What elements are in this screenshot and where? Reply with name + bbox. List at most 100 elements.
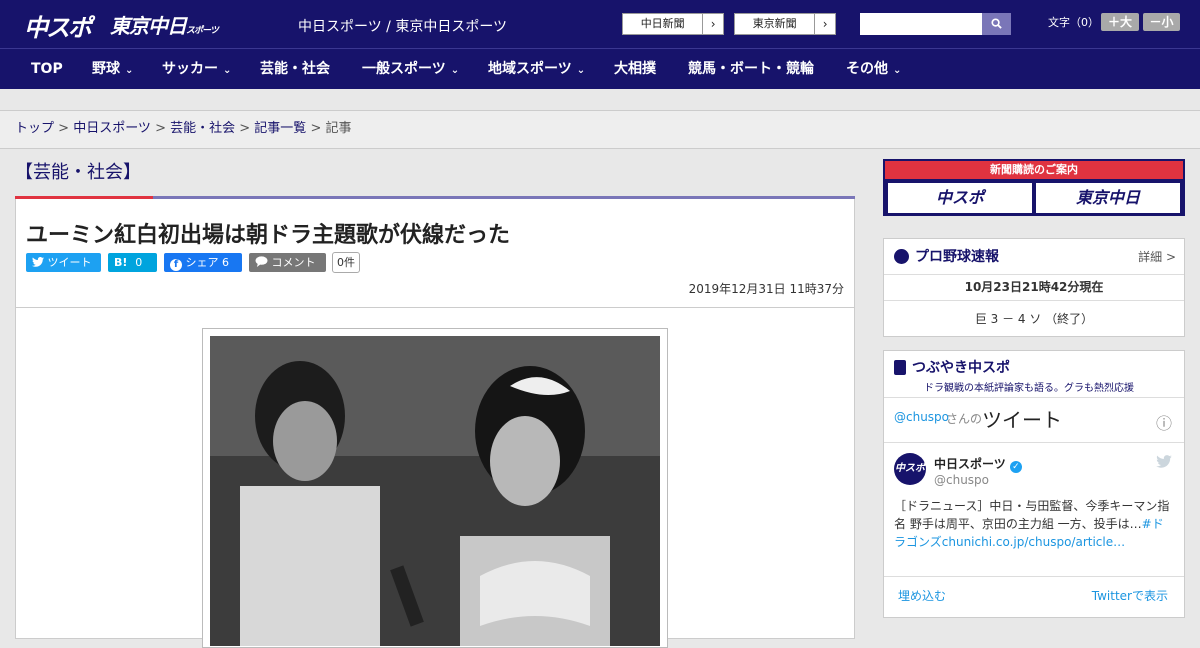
paper-label: 東京新聞 bbox=[735, 14, 816, 34]
megaphone-icon bbox=[894, 360, 906, 375]
hatena-icon: B! bbox=[114, 256, 128, 269]
breadcrumb-separator: > bbox=[54, 121, 74, 136]
breadcrumb-separator: > bbox=[235, 121, 255, 136]
nav-item-label: 地域スポーツ bbox=[488, 61, 572, 77]
search-box bbox=[860, 13, 1011, 35]
twitter-widget: つぶやき中スポ ドラ観戦の本紙評論家も語る。グラも熱烈応援 @chuspo さん… bbox=[883, 350, 1185, 618]
breadcrumb-link-list[interactable]: 記事一覧 bbox=[254, 121, 306, 136]
nav-item-baseball[interactable]: 野球 ⌄ bbox=[92, 49, 133, 90]
nav-item-entertainment[interactable]: 芸能・社会 bbox=[260, 49, 330, 90]
tweets-header: @chuspo さんの ツイート ⓘ bbox=[884, 397, 1184, 443]
chevron-down-icon: ⌄ bbox=[576, 65, 586, 76]
nav-item-soccer[interactable]: サッカー ⌄ bbox=[162, 49, 231, 90]
search-icon bbox=[991, 18, 1002, 29]
breadcrumb-separator: > bbox=[150, 121, 171, 136]
hatena-bookmark-button[interactable]: B! 0 bbox=[108, 253, 157, 272]
nav-item-label: 芸能・社会 bbox=[260, 61, 330, 77]
subscription-title: 新聞購読のご案内 bbox=[885, 161, 1183, 179]
tokyo-chunichi-logo-text: 東京中日 bbox=[110, 14, 187, 38]
embed-link[interactable]: 埋め込む bbox=[898, 587, 946, 604]
baseball-score-heading: プロ野球速報 詳細 > bbox=[884, 239, 1184, 275]
tweet-share-label: ツイート bbox=[47, 256, 92, 269]
widget-footer-divider bbox=[884, 576, 1184, 577]
tokyo-chunichi-logo[interactable]: 東京中日スポーツ bbox=[110, 10, 219, 39]
chuspo-logo[interactable]: 中スポ bbox=[24, 8, 92, 43]
twitter-bird-icon[interactable] bbox=[1156, 455, 1172, 468]
article-date: 2019年12月31日 11時37分 bbox=[688, 282, 844, 296]
comment-count: 0件 bbox=[332, 252, 360, 273]
main-nav: TOP 野球 ⌄ サッカー ⌄ 芸能・社会 一般スポーツ ⌄ 地域スポーツ ⌄ 大相撲 … bbox=[0, 48, 1200, 89]
baseball-icon bbox=[894, 249, 909, 264]
subscribe-chuspo-button[interactable]: 中スポ bbox=[888, 183, 1032, 213]
breadcrumb-separator: > bbox=[306, 121, 326, 136]
nav-item-label: サッカー bbox=[162, 61, 218, 77]
score-line[interactable]: 巨 3 － 4 ソ （終了） bbox=[884, 301, 1184, 337]
tsubuyaki-title: つぶやき中スポ bbox=[912, 360, 1010, 376]
article-title: ユーミン紅白初出場は朝ドラ主題歌が伏線だった bbox=[26, 223, 511, 248]
search-input[interactable] bbox=[860, 13, 982, 35]
chunichi-shimbun-link[interactable]: 中日新聞 › bbox=[622, 13, 724, 35]
tokyo-shimbun-link[interactable]: 東京新聞 › bbox=[734, 13, 836, 35]
nav-item-label: その他 bbox=[846, 61, 888, 77]
baseball-score-title: プロ野球速報 bbox=[915, 249, 999, 265]
chevron-down-icon: ⌄ bbox=[450, 65, 460, 76]
font-increase-button[interactable]: ＋大 bbox=[1101, 13, 1139, 31]
facebook-count: 6 bbox=[222, 256, 229, 269]
tsubuyaki-title-row: つぶやき中スポ bbox=[894, 357, 1174, 377]
tweets-header-handle[interactable]: @chuspo bbox=[894, 410, 949, 424]
score-details-link[interactable]: 詳細 > bbox=[1138, 239, 1176, 275]
category-heading: 【芸能・社会】 bbox=[15, 162, 141, 183]
comment-button[interactable]: コメント bbox=[249, 253, 326, 272]
breadcrumb-link-top[interactable]: トップ bbox=[15, 121, 54, 136]
view-on-twitter-link[interactable]: Twitterで表示 bbox=[1092, 587, 1168, 604]
chevron-right-icon: › bbox=[822, 17, 828, 31]
avatar[interactable]: 中スポ bbox=[894, 453, 926, 485]
verified-icon: ✓ bbox=[1009, 461, 1022, 473]
nav-item-general-sports[interactable]: 一般スポーツ ⌄ bbox=[362, 49, 459, 90]
facebook-share-button[interactable]: f シェア 6 bbox=[164, 253, 242, 272]
tweets-header-label: ツイート bbox=[982, 408, 1062, 432]
comment-icon bbox=[255, 256, 268, 267]
breadcrumb-link-chuspo[interactable]: 中日スポーツ bbox=[73, 121, 151, 136]
tweet-author-handle[interactable]: @chuspo bbox=[934, 473, 989, 487]
divider bbox=[16, 307, 854, 308]
site-tagline: 中日スポーツ / 東京中日スポーツ bbox=[298, 19, 508, 35]
nav-item-label: 競馬・ボート・競輪 bbox=[688, 61, 814, 77]
subscription-banner[interactable]: 新聞購読のご案内 中スポ 東京中日 bbox=[883, 159, 1185, 216]
tweet-author-name-text: 中日スポーツ bbox=[934, 457, 1006, 471]
article-photo[interactable] bbox=[202, 328, 668, 648]
site-header: 中スポ 東京中日スポーツ 中日スポーツ / 東京中日スポーツ 中日新聞 › 東京… bbox=[0, 0, 1200, 48]
chevron-down-icon: ⌄ bbox=[893, 65, 902, 76]
tweet-share-button[interactable]: ツイート bbox=[26, 253, 101, 272]
nav-item-regional-sports[interactable]: 地域スポーツ ⌄ bbox=[488, 49, 585, 90]
tweet-author-name[interactable]: 中日スポーツ ✓ bbox=[934, 455, 1022, 473]
comment-label: コメント bbox=[271, 256, 316, 269]
info-icon[interactable]: ⓘ bbox=[1156, 410, 1172, 434]
nav-item-other[interactable]: その他 ⌄ bbox=[846, 49, 901, 90]
tokyo-chunichi-logo-small: スポーツ bbox=[186, 26, 219, 36]
chevron-down-icon: ⌄ bbox=[223, 65, 232, 76]
font-size-label: 文字（0） bbox=[1048, 16, 1099, 29]
nav-item-racing[interactable]: 競馬・ボート・競輪 bbox=[688, 49, 814, 90]
tweets-header-mid: さんの bbox=[946, 412, 983, 426]
tweet-body: ［ドラニュース］中日・与田監督、今季キーマン指名 野手は周平、京田の主力組 一方… bbox=[894, 499, 1170, 531]
nav-item-top[interactable]: TOP bbox=[31, 49, 63, 90]
font-decrease-button[interactable]: －小 bbox=[1143, 13, 1180, 31]
tweet-text: ［ドラニュース］中日・与田監督、今季キーマン指名 野手は周平、京田の主力組 一方… bbox=[894, 497, 1174, 551]
article-photo-image bbox=[210, 336, 660, 646]
baseball-score-widget: プロ野球速報 詳細 > 10月23日21時42分現在 巨 3 － 4 ソ （終了… bbox=[883, 238, 1185, 337]
photo-figures bbox=[210, 336, 660, 646]
article: ユーミン紅白初出場は朝ドラ主題歌が伏線だった ツイート B! 0 f シェア 6… bbox=[15, 199, 855, 648]
tsubuyaki-subtitle: ドラ観戦の本紙評論家も語る。グラも熱烈応援 bbox=[924, 383, 1134, 394]
nav-item-label: TOP bbox=[31, 61, 63, 77]
paper-label: 中日新聞 bbox=[623, 14, 704, 34]
chevron-down-icon: ⌄ bbox=[125, 65, 134, 76]
ad-stripe bbox=[0, 89, 1200, 111]
hatena-count: 0 bbox=[135, 256, 143, 269]
subscribe-tokyo-button[interactable]: 東京中日 bbox=[1036, 183, 1180, 213]
nav-item-label: 大相撲 bbox=[614, 61, 656, 77]
nav-item-sumo[interactable]: 大相撲 bbox=[614, 49, 656, 90]
breadcrumb-current: 記事 bbox=[325, 121, 352, 136]
breadcrumb-link-category[interactable]: 芸能・社会 bbox=[170, 121, 235, 136]
search-button[interactable] bbox=[982, 13, 1011, 35]
